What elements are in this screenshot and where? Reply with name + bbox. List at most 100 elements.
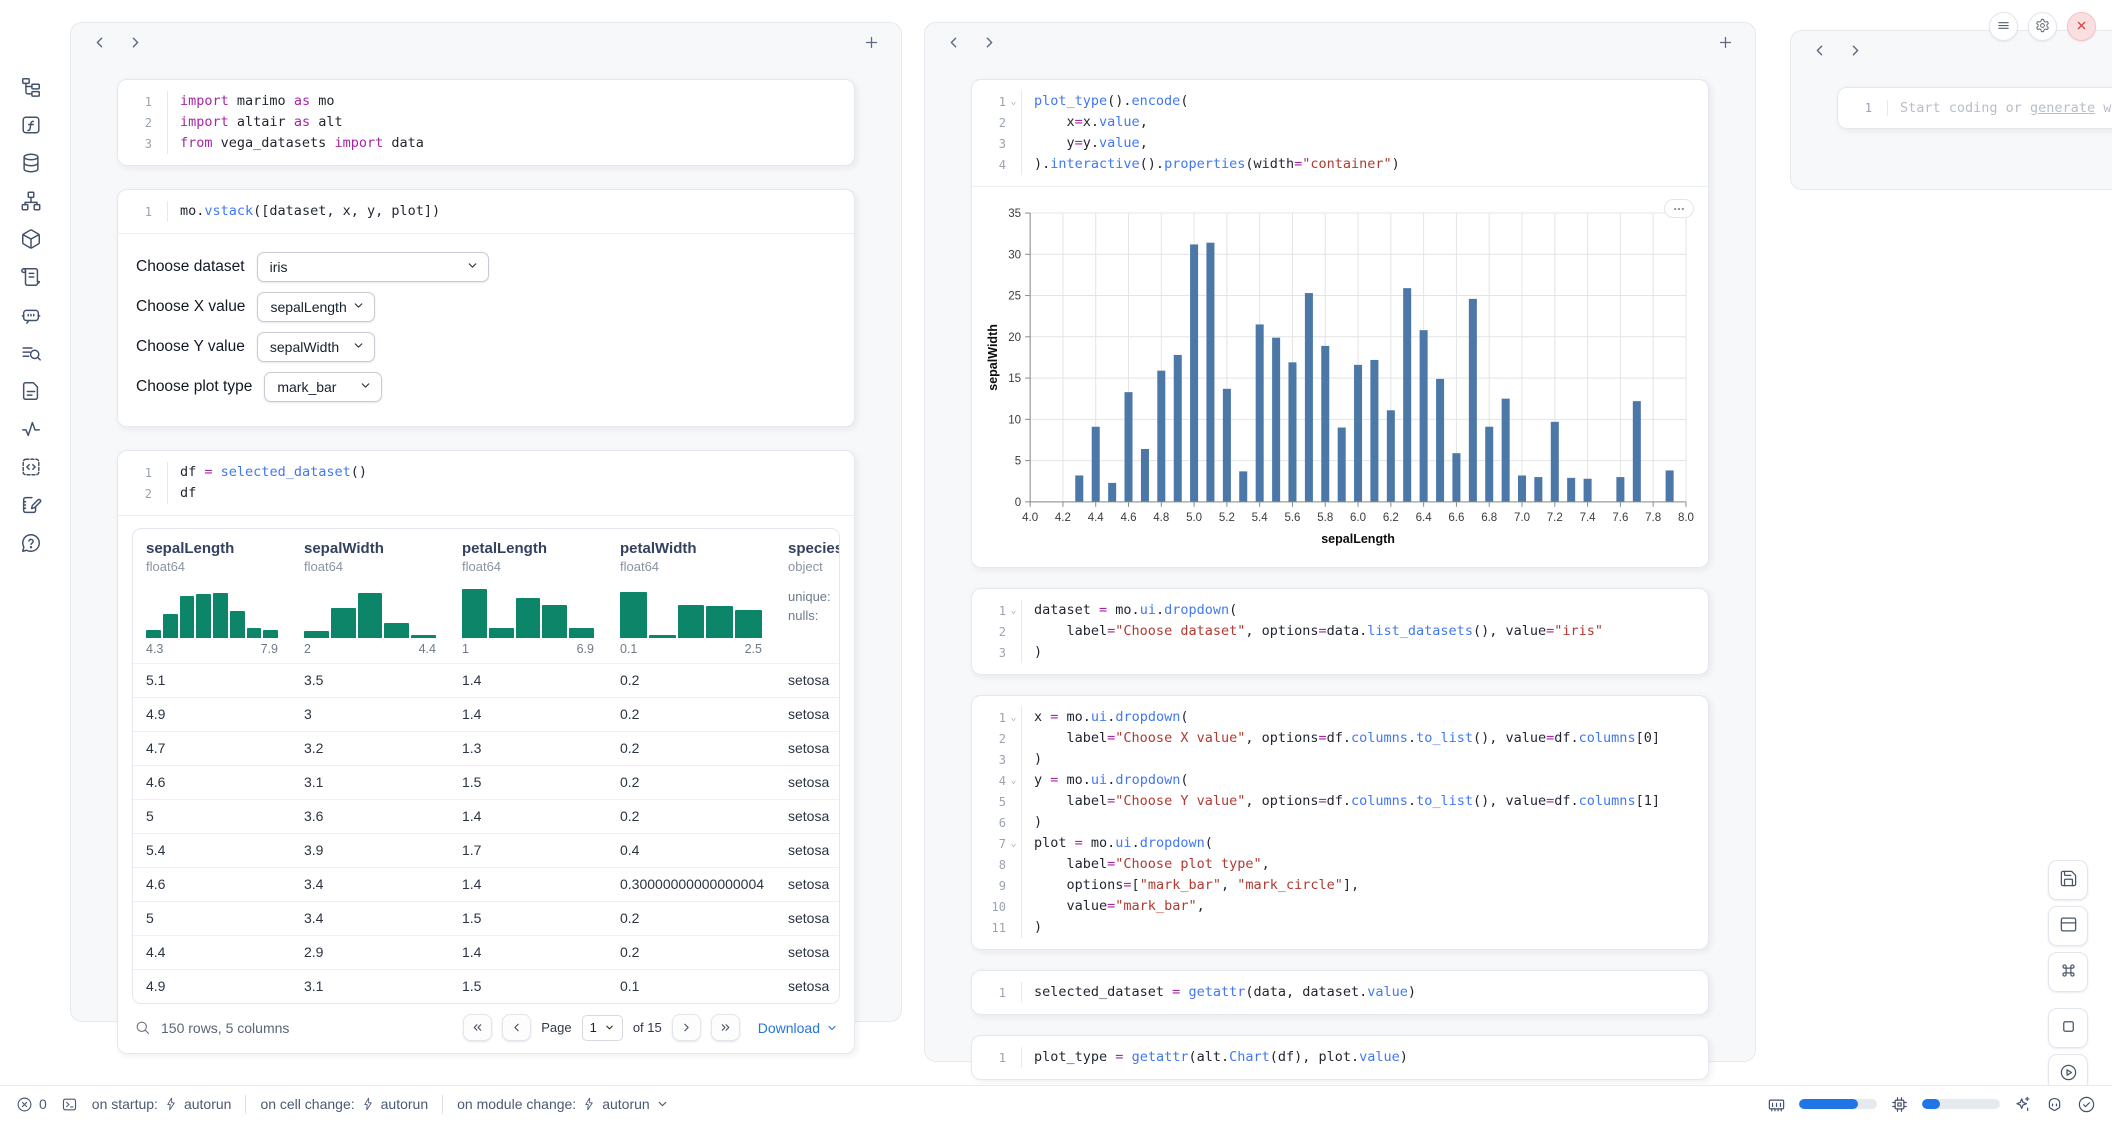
column-header-petalWidth[interactable]: petalWidthfloat640.12.5: [607, 529, 775, 663]
code-editor-selected[interactable]: 1selected_dataset = getattr(data, datase…: [972, 971, 1708, 1014]
column-header-sepalLength[interactable]: sepalLengthfloat644.37.9: [133, 529, 291, 663]
connection-status-button[interactable]: [2077, 1095, 2096, 1114]
panel-next-button[interactable]: [125, 32, 147, 54]
table-row[interactable]: 53.41.50.2setosa: [133, 901, 839, 935]
save-button[interactable]: [2048, 860, 2088, 900]
sidebar-item-dependency-graph[interactable]: [18, 188, 44, 214]
code-editor-dataset[interactable]: 1⌄dataset = mo.ui.dropdown(2 label="Choo…: [972, 589, 1708, 674]
svg-text:0: 0: [1015, 497, 1021, 509]
add-cell-button[interactable]: [861, 32, 883, 54]
sidebar-item-function-square[interactable]: [18, 112, 44, 138]
code-editor-xy[interactable]: 1⌄x = mo.ui.dropdown(2 label="Choose X v…: [972, 696, 1708, 949]
line-number: 1: [980, 1047, 1006, 1068]
bar-chart[interactable]: 4.04.24.44.64.85.05.25.45.65.86.06.26.46…: [982, 201, 1698, 559]
code-editor-empty[interactable]: 1 Start coding or generate with: [1838, 88, 2112, 128]
code-editor-plot[interactable]: 1⌄plot_type().encode(2 x=x.value,3 y=y.v…: [972, 80, 1708, 186]
settings-button[interactable]: [2028, 12, 2057, 41]
last-page-button[interactable]: [711, 1014, 740, 1041]
sidebar-item-scroll-text[interactable]: [18, 264, 44, 290]
search-icon[interactable]: [134, 1019, 151, 1036]
next-page-button[interactable]: [672, 1014, 701, 1041]
panel-prev-button[interactable]: [1809, 40, 1831, 62]
sidebar-item-help-circle[interactable]: [18, 530, 44, 556]
fold-marker[interactable]: ⌄: [1006, 707, 1021, 728]
table-row[interactable]: 4.93.11.50.1setosa: [133, 969, 839, 1003]
code-line: 2 label="Choose dataset", options=data.l…: [980, 621, 1694, 642]
fold-marker: [152, 112, 167, 133]
sidebar-item-package[interactable]: [18, 226, 44, 252]
fold-marker[interactable]: ⌄: [1006, 91, 1021, 112]
sidebar-item-database[interactable]: [18, 150, 44, 176]
dataset-dropdown[interactable]: iris: [257, 252, 489, 282]
table-row[interactable]: 4.63.11.50.2setosa: [133, 765, 839, 799]
x-value-dropdown[interactable]: sepalLength: [257, 292, 375, 322]
copilot-button[interactable]: [2045, 1095, 2064, 1114]
code-line: 3 y=y.value,: [980, 133, 1694, 154]
line-number: 1: [126, 201, 152, 222]
sidebar-item-file-tree[interactable]: [18, 74, 44, 100]
table-row[interactable]: 4.931.40.2setosa: [133, 697, 839, 731]
code-editor-imports[interactable]: 1import marimo as mo2import altair as al…: [118, 80, 854, 165]
line-number: 3: [980, 133, 1006, 154]
plot-type-dropdown[interactable]: mark_bar: [264, 372, 382, 402]
fold-marker[interactable]: ⌄: [1006, 600, 1021, 621]
panel-prev-button[interactable]: [89, 32, 111, 54]
panel-left-header: [71, 23, 901, 63]
panel-prev-button[interactable]: [943, 32, 965, 54]
page-select[interactable]: 1: [582, 1015, 623, 1041]
table-row[interactable]: 5.43.91.70.4setosa: [133, 833, 839, 867]
table-row[interactable]: 5.13.51.40.2setosa: [133, 663, 839, 697]
table-row[interactable]: 4.63.41.40.30000000000000004setosa: [133, 867, 839, 901]
svg-text:sepalWidth: sepalWidth: [986, 324, 1000, 391]
line-number: 1: [126, 91, 152, 112]
layout-icon: [2059, 915, 2078, 937]
sidebar-item-log-search[interactable]: [18, 340, 44, 366]
code-editor-vstack[interactable]: 1mo.vstack([dataset, x, y, plot]): [118, 190, 854, 233]
sidebar-item-activity[interactable]: [18, 416, 44, 442]
column-header-sepalWidth[interactable]: sepalWidthfloat6424.4: [291, 529, 449, 663]
table-row[interactable]: 53.61.40.2setosa: [133, 799, 839, 833]
fold-marker[interactable]: ⌄: [1006, 833, 1021, 854]
chevron-down-icon: [466, 259, 479, 275]
ai-assist-button[interactable]: [2013, 1095, 2032, 1114]
status-bar: 0 on startup:autorun on cell change:autor…: [0, 1085, 2112, 1122]
keyboard-shortcuts-button[interactable]: [2048, 952, 2088, 992]
svg-text:15: 15: [1008, 373, 1021, 385]
runtime-setting-2[interactable]: on module change:autorun: [457, 1096, 669, 1112]
runtime-setting-0[interactable]: on startup:autorun: [92, 1096, 232, 1112]
fold-marker[interactable]: ⌄: [1006, 770, 1021, 791]
add-cell-button[interactable]: [1715, 32, 1737, 54]
download-button[interactable]: Download: [758, 1020, 838, 1036]
sidebar-item-chat-bot[interactable]: [18, 302, 44, 328]
scroll-text-icon: [20, 266, 42, 288]
first-page-button[interactable]: [463, 1014, 492, 1041]
sidebar-item-document[interactable]: [18, 378, 44, 404]
chart-menu-button[interactable]: [1664, 199, 1694, 218]
dropdown-label: Choose dataset: [136, 258, 245, 276]
column-header-petalLength[interactable]: petalLengthfloat6416.9: [449, 529, 607, 663]
prev-page-button[interactable]: [502, 1014, 531, 1041]
sidebar-item-code-snippet[interactable]: [18, 454, 44, 480]
y-value-dropdown[interactable]: sepalWidth: [257, 332, 375, 362]
code-line: 2import altair as alt: [126, 112, 840, 133]
sidebar-item-scratchpad[interactable]: [18, 492, 44, 518]
zap-icon: [361, 1097, 375, 1111]
column-header-species[interactable]: speciesobjectunique:nulls:: [775, 529, 840, 663]
code-editor-plottype[interactable]: 1plot_type = getattr(alt.Chart(df), plot…: [972, 1036, 1708, 1079]
menu-button[interactable]: [1989, 12, 2018, 41]
dropdown-row: Choose Y valuesepalWidth: [136, 332, 836, 362]
generate-link[interactable]: generate: [2030, 100, 2095, 116]
terminal-button[interactable]: [61, 1096, 78, 1113]
table-row[interactable]: 4.73.21.30.2setosa: [133, 731, 839, 765]
panel-next-button[interactable]: [979, 32, 1001, 54]
close-button[interactable]: [2067, 12, 2096, 41]
panel-next-button[interactable]: [1845, 40, 1867, 62]
error-indicator[interactable]: 0: [16, 1096, 47, 1113]
table-row[interactable]: 4.42.91.40.2setosa: [133, 935, 839, 969]
svg-text:20: 20: [1008, 332, 1021, 344]
app-view-button[interactable]: [2048, 906, 2088, 946]
stop-kernel-button[interactable]: [2048, 1008, 2088, 1048]
code-line: 1selected_dataset = getattr(data, datase…: [980, 982, 1694, 1003]
runtime-setting-1[interactable]: on cell change:autorun: [260, 1096, 428, 1112]
code-editor-dataframe[interactable]: 1df = selected_dataset()2df: [118, 451, 854, 515]
